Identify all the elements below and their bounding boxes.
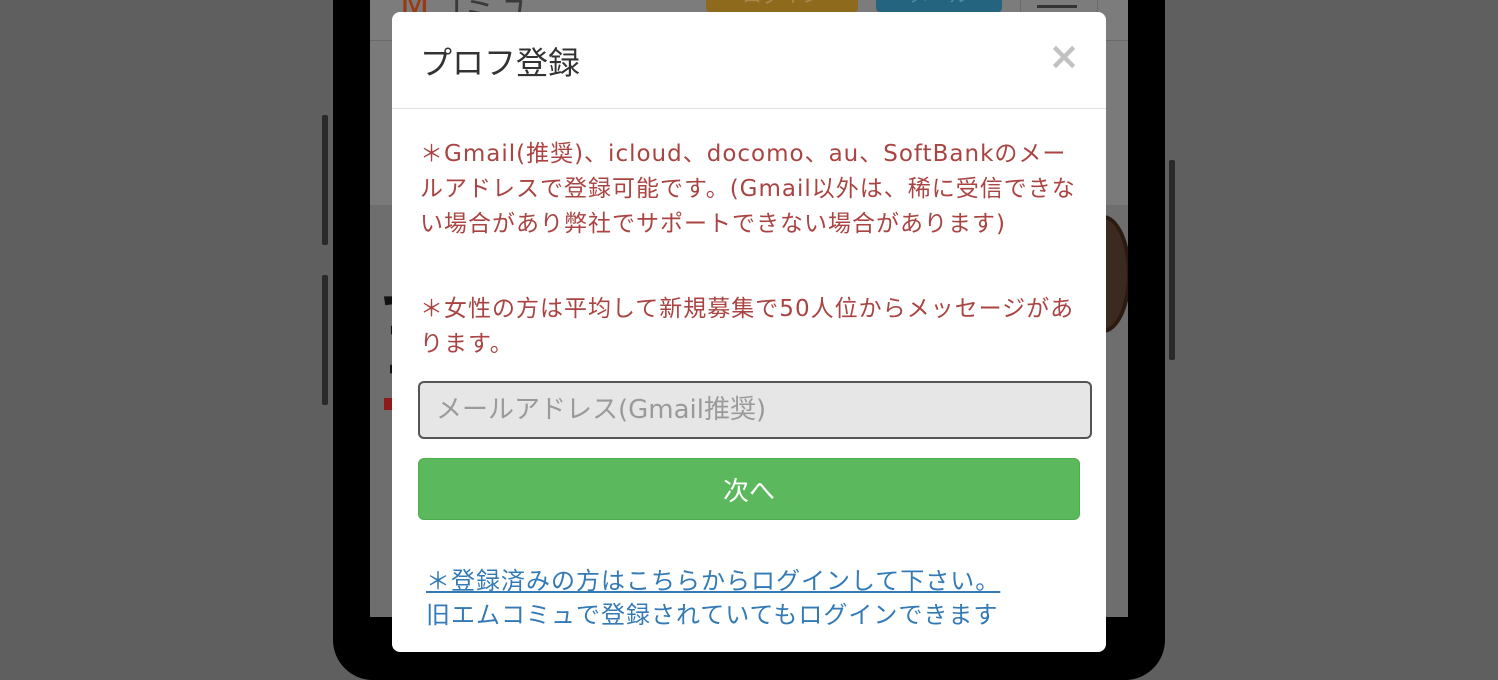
email-notice-text: ＊Gmail(推奨)、icloud、docomo、au、SoftBankのメール… xyxy=(420,141,1076,237)
modal-header: プロフ登録 × xyxy=(392,12,1106,109)
background-login-button: ログイン xyxy=(706,0,858,12)
background-mail-button: メール xyxy=(876,0,1002,12)
phone-side-button xyxy=(322,275,328,405)
close-button[interactable]: × xyxy=(1048,34,1080,78)
phone-power-button xyxy=(1169,160,1175,360)
email-input[interactable] xyxy=(418,381,1092,439)
login-link[interactable]: ＊登録済みの方はこちらからログインして下さい。 xyxy=(426,565,1076,597)
profile-register-modal: プロフ登録 × ＊Gmail(推奨)、icloud、docomo、au、Soft… xyxy=(392,12,1106,652)
next-button[interactable]: 次へ xyxy=(418,458,1080,520)
phone-side-button xyxy=(322,115,328,245)
login-link-note[interactable]: 旧エムコミュで登録されていてもログインできます xyxy=(426,599,1076,631)
female-notice-text: ＊女性の方は平均して新規募集で50人位からメッセージがあります。 xyxy=(420,296,1075,357)
modal-title: プロフ登録 xyxy=(420,44,581,82)
background-red-mark xyxy=(384,398,392,410)
